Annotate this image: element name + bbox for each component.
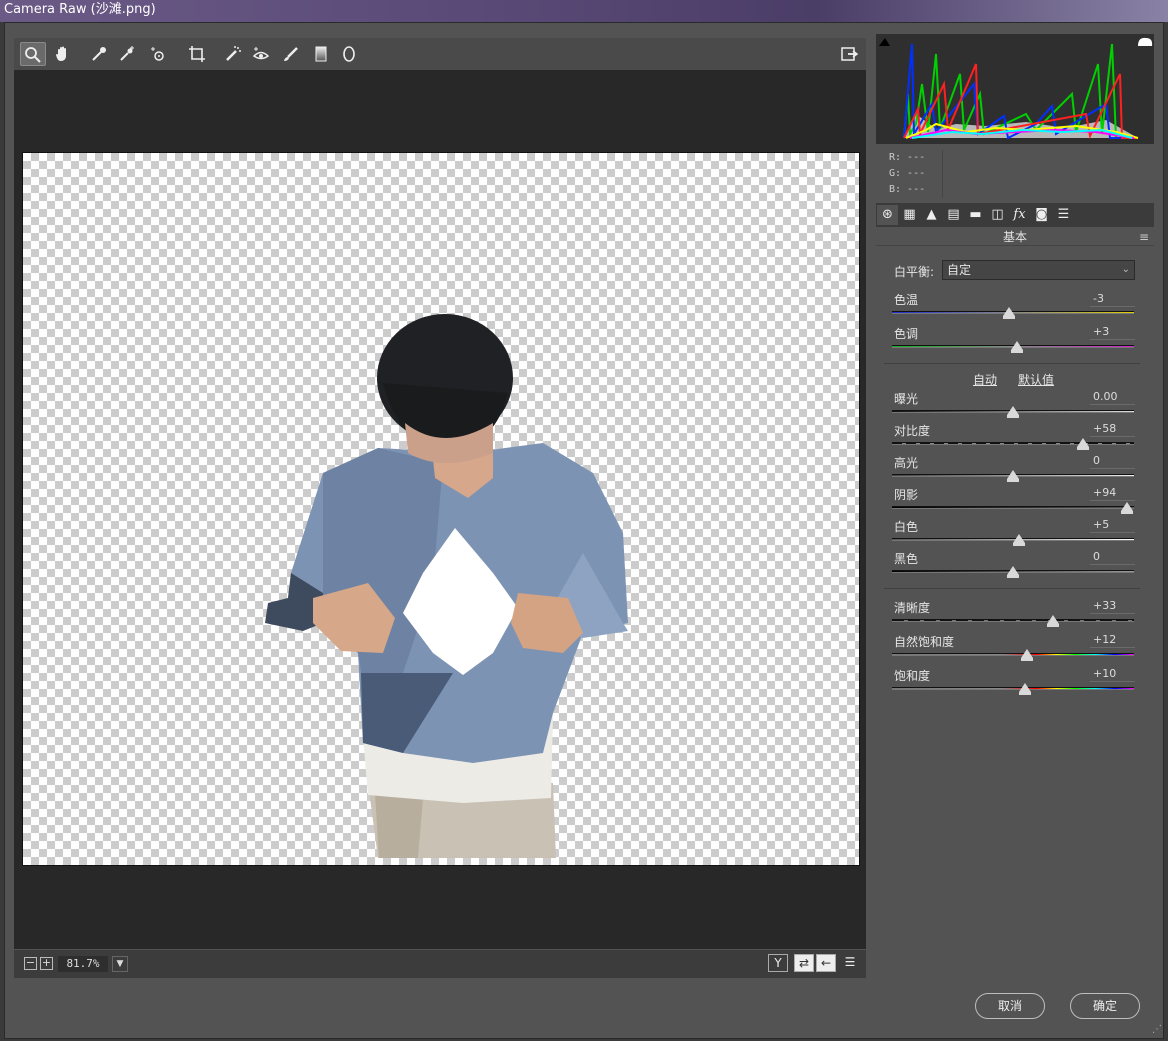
copy-settings-icon[interactable]: ←	[816, 954, 836, 972]
hsl-tab-icon[interactable]: ▤	[943, 205, 964, 225]
person-photo	[265, 314, 628, 858]
auto-link[interactable]: 自动	[973, 371, 997, 388]
vibrance-value[interactable]: +12	[1090, 632, 1135, 648]
readout-divider	[942, 150, 943, 198]
basic-tab-icon[interactable]: ⊛	[877, 205, 898, 225]
contrast-value[interactable]: +58	[1090, 421, 1135, 437]
temperature-thumb[interactable]	[1003, 307, 1015, 319]
zoom-level[interactable]: 81.7%	[58, 956, 108, 972]
wb-select[interactable]: 自定 ⌄	[942, 260, 1135, 280]
zoom-in-button[interactable]: +	[40, 957, 53, 970]
panel-tabs: ⊛ ▦ ▲ ▤ ▬ ◫ fx ◙ ☰	[876, 203, 1154, 227]
toggle-settings-icon[interactable]: ☰	[840, 954, 860, 972]
exposure-label: 曝光	[894, 392, 919, 406]
shadows-value[interactable]: +94	[1090, 485, 1135, 501]
exposure-value[interactable]: 0.00	[1090, 389, 1135, 405]
wb-value: 自定	[947, 263, 972, 277]
green-readout: G: ---	[889, 168, 926, 179]
chevron-down-icon: ⌄	[1121, 264, 1130, 275]
tint-thumb[interactable]	[1011, 341, 1023, 353]
histogram	[876, 34, 1154, 144]
clarity-label: 清晰度	[894, 601, 931, 615]
camera-calibration-tab-icon[interactable]: ◙	[1031, 205, 1052, 225]
vibrance-thumb[interactable]	[1021, 649, 1033, 661]
blacks-value[interactable]: 0	[1090, 549, 1135, 565]
contrast-slider[interactable]	[892, 442, 1134, 445]
whites-label: 白色	[894, 520, 919, 534]
shadows-thumb[interactable]	[1121, 502, 1133, 514]
crop-icon[interactable]	[184, 42, 210, 66]
red-eye-icon[interactable]	[248, 42, 274, 66]
tint-value[interactable]: +3	[1090, 324, 1135, 340]
temperature-label: 色温	[894, 293, 919, 307]
export-icon[interactable]	[836, 42, 862, 66]
split-toning-tab-icon[interactable]: ▬	[965, 205, 986, 225]
blue-readout: B: ---	[889, 184, 926, 195]
highlights-thumb[interactable]	[1007, 470, 1019, 482]
saturation-value[interactable]: +10	[1090, 666, 1135, 682]
radial-filter-icon[interactable]	[336, 42, 362, 66]
shadows-slider[interactable]	[892, 506, 1134, 509]
target-adjust-icon[interactable]	[144, 42, 170, 66]
detail-tab-icon[interactable]: ▲	[921, 205, 942, 225]
window-title: Camera Raw (沙滩.png)	[0, 0, 1168, 22]
section-divider	[884, 588, 1140, 589]
shadows-label: 阴影	[894, 488, 919, 502]
tint-label: 色调	[894, 327, 919, 341]
whites-thumb[interactable]	[1013, 534, 1025, 546]
panel-title: 基本	[876, 228, 1154, 246]
blacks-label: 黑色	[894, 552, 919, 566]
brush-icon[interactable]	[278, 42, 304, 66]
effects-tab-icon[interactable]: fx	[1009, 205, 1030, 225]
cancel-button[interactable]: 取消	[975, 993, 1045, 1019]
red-readout: R: ---	[889, 152, 926, 163]
vibrance-label: 自然饱和度	[894, 635, 955, 649]
highlights-value[interactable]: 0	[1090, 453, 1135, 469]
default-link[interactable]: 默认值	[1018, 371, 1054, 388]
preview-area[interactable]	[14, 70, 866, 949]
saturation-thumb[interactable]	[1019, 683, 1031, 695]
contrast-thumb[interactable]	[1077, 438, 1089, 450]
resize-grip-icon[interactable]: ⋰	[1152, 1024, 1162, 1035]
whites-value[interactable]: +5	[1090, 517, 1135, 533]
preview-image[interactable]	[22, 152, 860, 866]
clarity-value[interactable]: +33	[1090, 598, 1135, 614]
zoom-dropdown-icon[interactable]: ▼	[112, 956, 128, 972]
highlights-label: 高光	[894, 456, 919, 470]
exposure-thumb[interactable]	[1007, 406, 1019, 418]
presets-tab-icon[interactable]: ☰	[1053, 205, 1074, 225]
spot-removal-icon[interactable]	[220, 42, 246, 66]
wb-label: 白平衡:	[894, 265, 935, 279]
blacks-thumb[interactable]	[1007, 566, 1019, 578]
section-divider	[884, 363, 1140, 364]
saturation-slider[interactable]	[892, 687, 1134, 690]
temperature-value[interactable]: -3	[1090, 291, 1135, 307]
swap-settings-icon[interactable]: ⇄	[794, 954, 814, 972]
zoom-icon[interactable]	[20, 42, 46, 66]
panel-menu-icon[interactable]: ≡	[1139, 231, 1149, 243]
hand-icon[interactable]	[50, 42, 76, 66]
graduated-filter-icon[interactable]	[308, 42, 334, 66]
clarity-slider[interactable]	[892, 619, 1134, 622]
status-bar: − + 81.7% ▼ Y ⇄ ← ☰	[14, 950, 866, 978]
vibrance-slider[interactable]	[892, 653, 1134, 656]
zoom-out-button[interactable]: −	[24, 957, 37, 970]
lens-tab-icon[interactable]: ◫	[987, 205, 1008, 225]
toolbar	[14, 38, 866, 70]
ok-button[interactable]: 确定	[1070, 993, 1140, 1019]
tone-curve-tab-icon[interactable]: ▦	[899, 205, 920, 225]
rgb-readout: R: --- G: --- B: ---	[876, 148, 1154, 200]
before-after-y-icon[interactable]: Y	[768, 954, 788, 972]
white-balance-icon[interactable]	[86, 42, 112, 66]
contrast-label: 对比度	[894, 424, 931, 438]
color-sampler-icon[interactable]	[114, 42, 140, 66]
clarity-thumb[interactable]	[1047, 615, 1059, 627]
saturation-label: 饱和度	[894, 669, 931, 683]
